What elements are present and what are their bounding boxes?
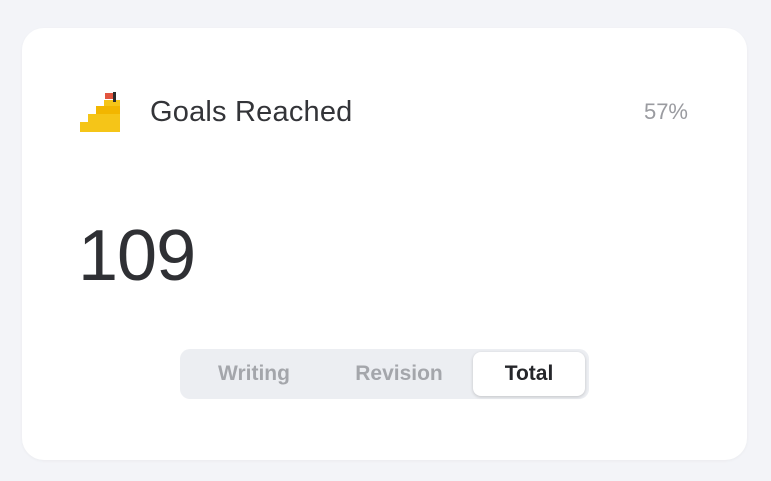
- tab-total[interactable]: Total: [473, 352, 585, 396]
- tab-revision[interactable]: Revision: [325, 352, 473, 396]
- tab-writing[interactable]: Writing: [183, 352, 325, 396]
- percent-value: 57%: [643, 99, 688, 124]
- goals-reached-card: Goals Reached 57% 109 Writing Revision T…: [22, 28, 747, 460]
- segmented-control: Writing Revision Total: [180, 349, 589, 399]
- stairs-flag-icon: [80, 92, 120, 132]
- card-title: Goals Reached: [150, 95, 353, 128]
- card-header: Goals Reached 57%: [80, 90, 688, 134]
- goals-count: 109: [78, 216, 196, 296]
